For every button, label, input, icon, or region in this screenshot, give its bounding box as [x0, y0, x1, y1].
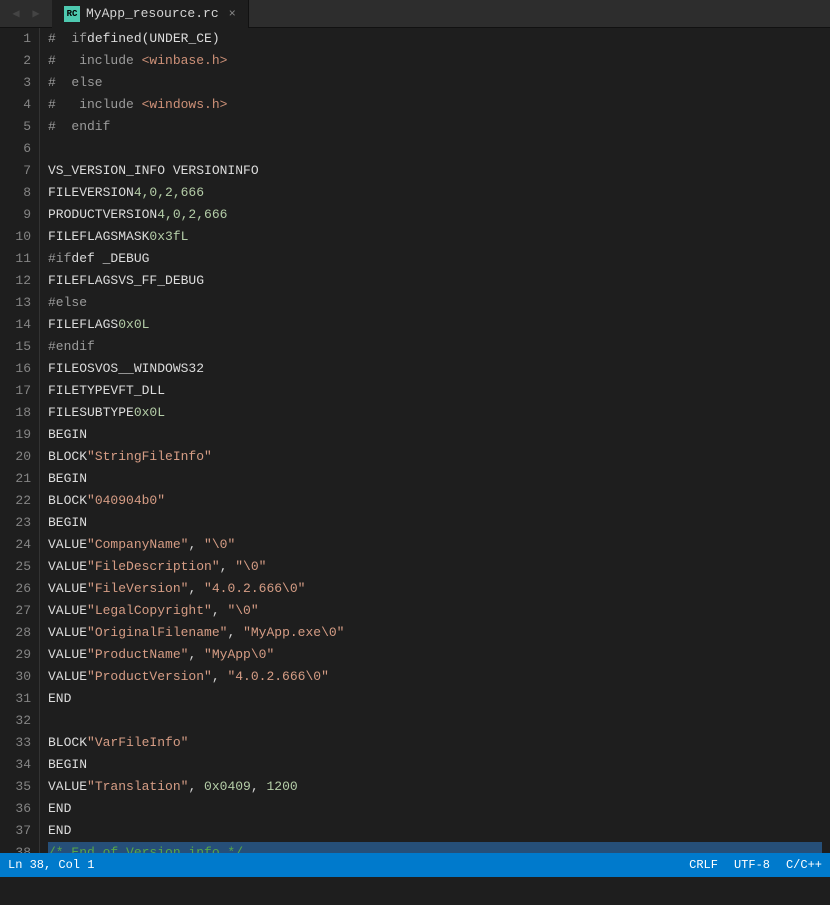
line-number: 15 [8, 336, 31, 358]
line-number: 3 [8, 72, 31, 94]
line-number: 11 [8, 248, 31, 270]
file-icon: RC [64, 6, 80, 22]
line-number: 21 [8, 468, 31, 490]
code-area[interactable]: # if defined(UNDER_CE)# include <winbase… [40, 28, 830, 853]
line-number: 22 [8, 490, 31, 512]
line-number: 26 [8, 578, 31, 600]
line-number: 12 [8, 270, 31, 292]
line-number: 10 [8, 226, 31, 248]
line-number: 4 [8, 94, 31, 116]
line-number: 19 [8, 424, 31, 446]
code-line: # if defined(UNDER_CE) [48, 28, 822, 50]
code-line: END [48, 798, 822, 820]
code-line: VALUE "ProductVersion", "4.0.2.666\0" [48, 666, 822, 688]
tab-bar: RC MyApp_resource.rc × [52, 0, 822, 28]
code-line: # include <winbase.h> [48, 50, 822, 72]
line-number: 33 [8, 732, 31, 754]
code-line: BEGIN [48, 424, 822, 446]
editor-container: 1234567891011121314151617181920212223242… [0, 28, 830, 853]
line-number: 17 [8, 380, 31, 402]
line-number: 35 [8, 776, 31, 798]
back-button[interactable]: ◀ [8, 6, 24, 22]
code-line: END [48, 688, 822, 710]
code-line: FILEFLAGSMASK 0x3fL [48, 226, 822, 248]
line-number: 38 [8, 842, 31, 853]
code-line: BEGIN [48, 468, 822, 490]
language: C/C++ [786, 858, 822, 872]
line-ending: CRLF [689, 858, 718, 872]
code-line [48, 710, 822, 732]
line-number: 27 [8, 600, 31, 622]
code-line: BLOCK "VarFileInfo" [48, 732, 822, 754]
code-line [48, 138, 822, 160]
code-line: VALUE "LegalCopyright", "\0" [48, 600, 822, 622]
code-line: FILETYPE VFT_DLL [48, 380, 822, 402]
code-line: FILEFLAGS 0x0L [48, 314, 822, 336]
code-line: # include <windows.h> [48, 94, 822, 116]
line-number: 24 [8, 534, 31, 556]
line-number: 18 [8, 402, 31, 424]
line-number: 9 [8, 204, 31, 226]
code-line: VS_VERSION_INFO VERSIONINFO [48, 160, 822, 182]
line-number: 14 [8, 314, 31, 336]
forward-button[interactable]: ▶ [28, 6, 44, 22]
line-number: 1 [8, 28, 31, 50]
line-number: 7 [8, 160, 31, 182]
status-bar: Ln 38, Col 1 CRLF UTF-8 C/C++ [0, 853, 830, 877]
code-line: FILEOS VOS__WINDOWS32 [48, 358, 822, 380]
tab-filename: MyApp_resource.rc [86, 6, 219, 21]
code-line: BEGIN [48, 512, 822, 534]
code-line: FILEFLAGS VS_FF_DEBUG [48, 270, 822, 292]
tab-close-button[interactable]: × [229, 7, 236, 21]
code-line: /* End of Version info */ [48, 842, 822, 853]
code-line: #ifdef _DEBUG [48, 248, 822, 270]
line-number: 2 [8, 50, 31, 72]
line-number: 6 [8, 138, 31, 160]
line-number: 36 [8, 798, 31, 820]
line-number: 30 [8, 666, 31, 688]
line-number: 8 [8, 182, 31, 204]
line-number: 5 [8, 116, 31, 138]
line-number: 13 [8, 292, 31, 314]
code-line: # endif [48, 116, 822, 138]
code-line: VALUE "FileDescription", "\0" [48, 556, 822, 578]
cursor-position: Ln 38, Col 1 [8, 858, 94, 872]
line-number: 25 [8, 556, 31, 578]
file-tab[interactable]: RC MyApp_resource.rc × [52, 0, 249, 28]
encoding: UTF-8 [734, 858, 770, 872]
line-number: 23 [8, 512, 31, 534]
code-line: BLOCK "StringFileInfo" [48, 446, 822, 468]
line-number: 37 [8, 820, 31, 842]
line-number: 16 [8, 358, 31, 380]
line-number: 32 [8, 710, 31, 732]
title-bar: ◀ ▶ RC MyApp_resource.rc × [0, 0, 830, 28]
line-number: 20 [8, 446, 31, 468]
line-number: 34 [8, 754, 31, 776]
code-line: # else [48, 72, 822, 94]
nav-buttons: ◀ ▶ [8, 6, 44, 22]
code-line: FILESUBTYPE 0x0L [48, 402, 822, 424]
code-line: PRODUCTVERSION 4,0,2,666 [48, 204, 822, 226]
line-numbers: 1234567891011121314151617181920212223242… [0, 28, 40, 853]
code-line: BEGIN [48, 754, 822, 776]
code-line: VALUE "CompanyName", "\0" [48, 534, 822, 556]
code-line: VALUE "FileVersion", "4.0.2.666\0" [48, 578, 822, 600]
code-line: END [48, 820, 822, 842]
code-line: BLOCK "040904b0" [48, 490, 822, 512]
code-line: #endif [48, 336, 822, 358]
line-number: 31 [8, 688, 31, 710]
code-line: VALUE "OriginalFilename", "MyApp.exe\0" [48, 622, 822, 644]
code-line: VALUE "ProductName", "MyApp\0" [48, 644, 822, 666]
code-line: VALUE "Translation", 0x0409, 1200 [48, 776, 822, 798]
line-number: 29 [8, 644, 31, 666]
status-right: CRLF UTF-8 C/C++ [689, 858, 822, 872]
line-number: 28 [8, 622, 31, 644]
code-line: #else [48, 292, 822, 314]
code-line: FILEVERSION 4,0,2,666 [48, 182, 822, 204]
